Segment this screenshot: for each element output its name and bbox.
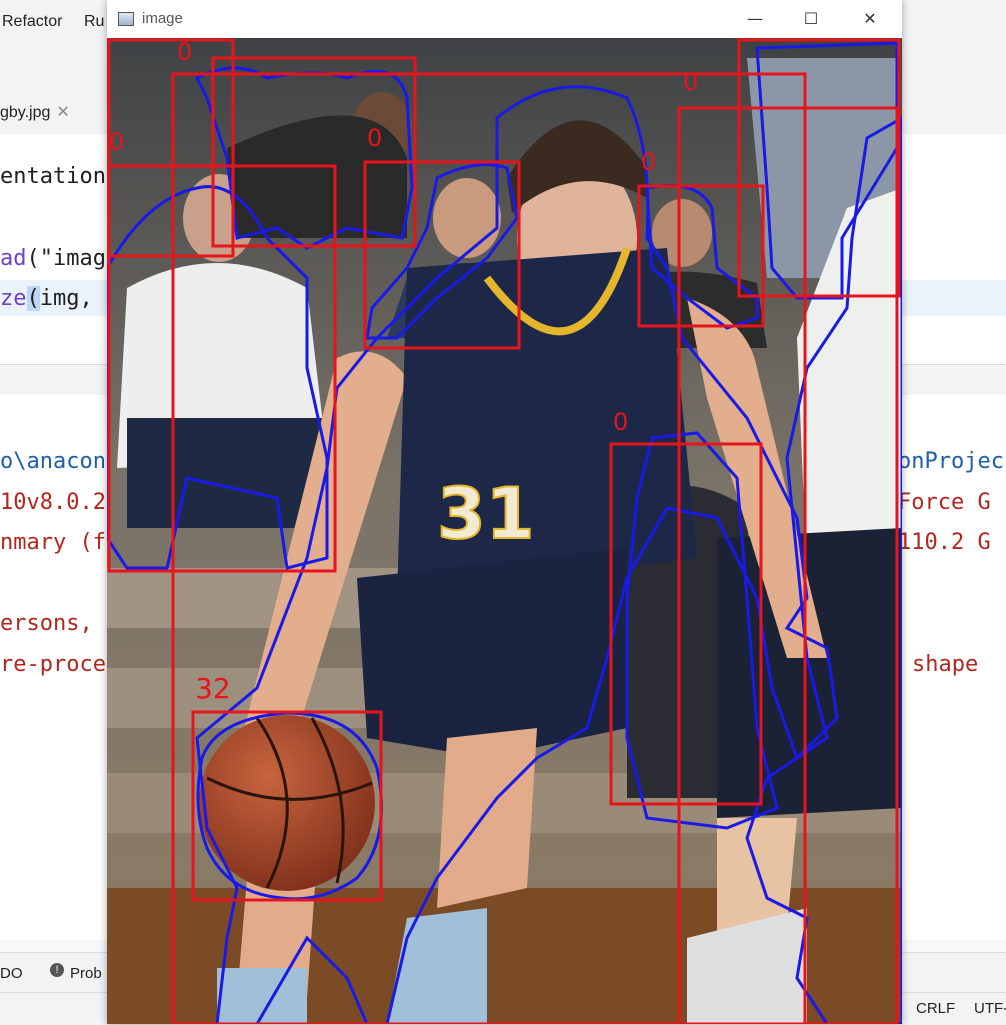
window-title: image [142,10,183,27]
player-leg [437,728,537,908]
console-right-line: shape [912,652,979,677]
minimize-button[interactable]: — [732,4,778,34]
code-rest-3: img, [39,286,93,311]
line-separator-status[interactable]: CRLF [916,1000,955,1017]
close-tab-icon[interactable]: ✕ [56,104,69,121]
code-func-2: ad [0,246,27,271]
code-selection: ( [26,286,40,311]
window-titlebar[interactable]: image — ☐ ✕ [107,0,902,38]
maximize-button[interactable]: ☐ [788,4,834,34]
jersey-number: 31 [437,473,534,555]
label-person: 0 [641,148,656,176]
label-person: 0 [177,38,192,66]
code-line-2: ad("imag [0,246,106,271]
menu-run[interactable]: Ru [84,13,104,31]
code-line-1: entation [0,164,106,189]
console-right-line: Force G [898,490,991,515]
code-rest-2: ("imag [26,246,106,271]
spectator-legs [127,418,327,528]
menu-refactor[interactable]: Refactor [2,13,62,31]
segmentation-image: 31 0 0 0 0 0 0 32 [107,38,902,1024]
window-app-icon [118,12,134,26]
todo-tab[interactable]: DO [0,965,23,982]
editor-tab-label: gby.jpg [0,104,51,121]
label-person: 0 [109,128,124,156]
code-func-3: ze [0,286,27,311]
segmentation-canvas: 31 0 0 0 0 0 0 32 [107,38,902,1024]
problems-icon: ! [50,963,64,977]
problems-tab[interactable]: Prob [70,965,102,982]
image-window[interactable]: image — ☐ ✕ 31 0 0 0 0 0 0 32 [107,0,902,1024]
console-left-line: nmary (f [0,530,106,555]
console-right-line: onProjec [898,449,1004,474]
label-person: 0 [683,68,698,96]
console-left-line: ersons, [0,611,93,636]
console-left-line: re-proce [0,652,106,677]
code-line-3: ze(img, [0,286,93,311]
console-right-line: 110.2 G [898,530,991,555]
label-person: 0 [367,124,382,152]
editor-tab[interactable]: gby.jpg ✕ [0,102,70,122]
label-person: 0 [613,408,628,436]
close-button[interactable]: ✕ [847,4,893,34]
label-ball: 32 [195,672,231,705]
console-left-line: 10v8.0.2 [0,490,106,515]
encoding-status[interactable]: UTF- [974,1000,1006,1017]
console-left-line: o\anacon [0,449,106,474]
spectator-head [433,178,501,258]
